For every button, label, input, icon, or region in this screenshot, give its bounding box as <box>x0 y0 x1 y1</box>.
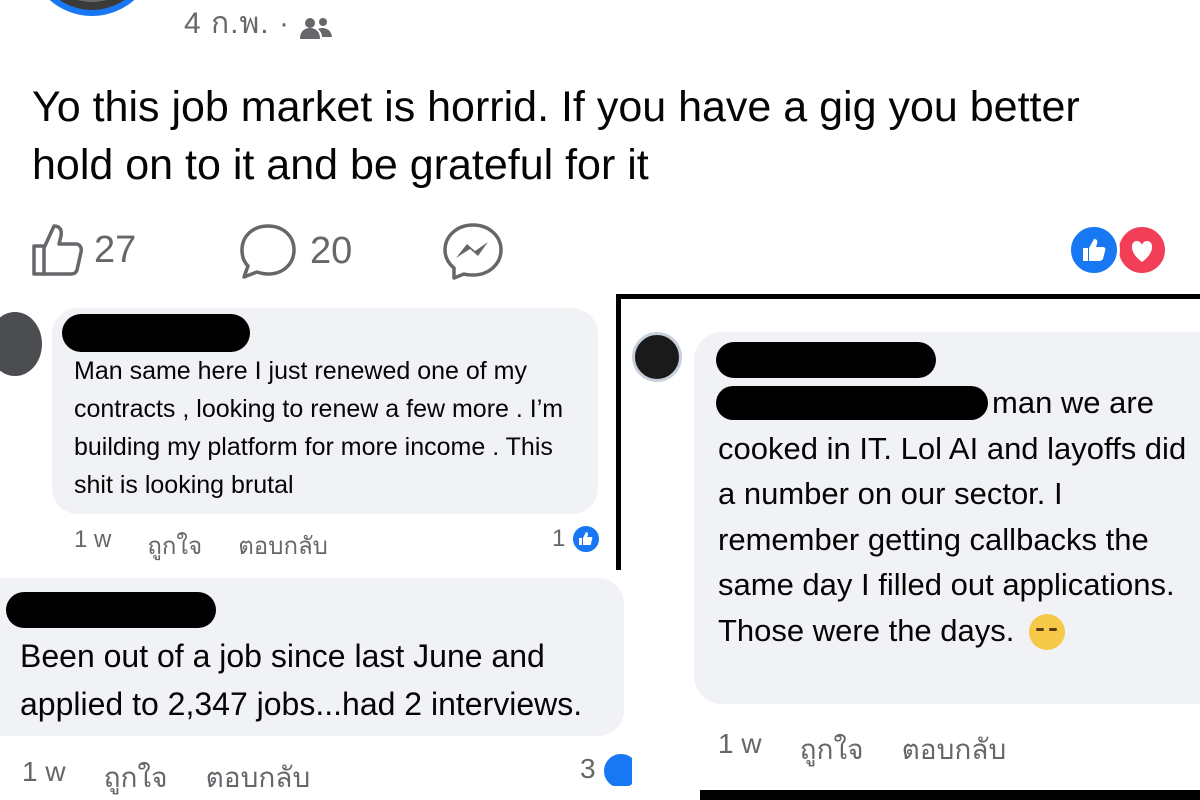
love-reaction-icon <box>1116 224 1168 276</box>
comment-time[interactable]: 1 w <box>718 728 762 772</box>
thumbs-up-icon <box>30 222 84 278</box>
reaction-count-text: 3 <box>580 753 596 784</box>
poster-avatar[interactable] <box>28 0 156 16</box>
comment-meta: 1 w ถูกใจ ตอบกลับ <box>22 756 310 800</box>
comment-reply-link[interactable]: ตอบกลับ <box>902 728 1007 772</box>
comment-meta: 1 w ถูกใจ ตอบกลับ <box>74 526 328 565</box>
post-meta: 4 ก.พ. · <box>184 0 334 47</box>
friends-icon <box>298 13 334 39</box>
comment-meta: 1 w ถูกใจ ตอบกลับ <box>718 728 1006 772</box>
commenter-avatar[interactable] <box>632 332 682 382</box>
comment-reaction-count[interactable]: 3 <box>580 752 632 786</box>
comment-like-link[interactable]: ถูกใจ <box>800 728 864 772</box>
redacted-name <box>62 314 250 352</box>
comment-text-rest: cooked in IT. Lol AI and layoffs did a n… <box>718 430 1187 648</box>
comment-text: Been out of a job since last June and ap… <box>20 632 620 728</box>
commenter-avatar[interactable] <box>0 312 42 376</box>
post-date[interactable]: 4 ก.พ. · <box>184 0 290 47</box>
redacted-name <box>716 342 936 378</box>
comment-reply-link[interactable]: ตอบกลับ <box>238 526 328 565</box>
like-button[interactable]: 27 <box>30 222 136 278</box>
comment-text: Man same here I just renewed one of my c… <box>74 357 564 499</box>
comment-time[interactable]: 1 w <box>22 756 66 800</box>
like-reaction-icon <box>1068 224 1120 276</box>
messenger-share-button[interactable] <box>442 222 504 280</box>
comment-text: man we are cooked in IT. Lol AI and layo… <box>718 380 1188 653</box>
comment-count: 20 <box>310 229 353 272</box>
comment-like-link[interactable]: ถูกใจ <box>147 526 202 565</box>
comment-bubble-icon <box>236 222 300 280</box>
comment-reply-link[interactable]: ตอบกลับ <box>206 756 311 800</box>
like-reaction-icon <box>601 752 632 786</box>
screenshot-frame-bottom <box>700 790 1200 800</box>
screenshot-frame-left <box>616 294 621 570</box>
reaction-summary[interactable] <box>1068 224 1174 276</box>
messenger-icon <box>442 222 504 280</box>
comment-like-link[interactable]: ถูกใจ <box>104 756 168 800</box>
screenshot-frame-top <box>620 294 1200 299</box>
comment-text-first: man we are <box>992 385 1154 420</box>
comment-time[interactable]: 1 w <box>74 526 111 565</box>
comment-text-line: Been out of a job since last June and <box>20 638 545 674</box>
comment-button[interactable]: 20 <box>236 222 352 280</box>
redacted-name <box>6 592 216 628</box>
like-reaction-icon <box>571 524 602 554</box>
reaction-count-text: 1 <box>552 525 566 552</box>
comment-reaction-count[interactable]: 1 <box>552 524 602 554</box>
post-text: Yo this job market is horrid. If you hav… <box>32 83 1080 189</box>
like-count: 27 <box>94 228 137 271</box>
comment-text-line: applied to 2,347 jobs...had 2 interviews… <box>20 686 583 722</box>
sleeping-face-emoji <box>1029 614 1066 651</box>
